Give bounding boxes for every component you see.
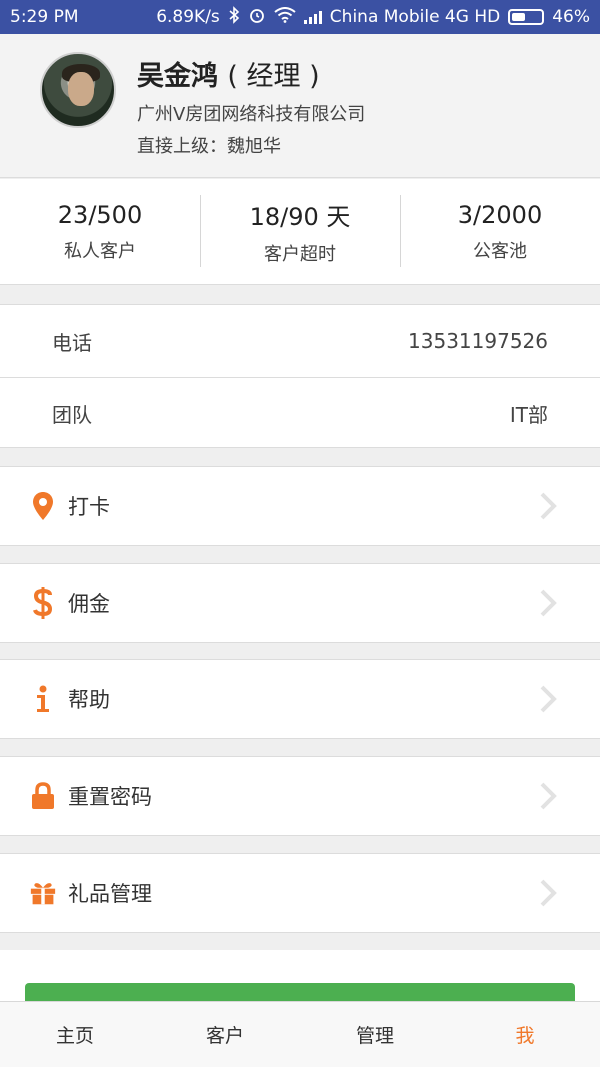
stat-private-customers[interactable]: 23/500 私人客户 (0, 179, 200, 284)
team-row: 团队 IT部 (0, 377, 600, 449)
info-icon (30, 681, 56, 717)
chevron-right-icon (536, 684, 560, 714)
dollar-icon (30, 585, 56, 621)
company-name: 广州V房团网络科技有限公司 (137, 104, 366, 125)
menu-item-label: 佣金 (68, 592, 110, 616)
wifi-icon (274, 6, 296, 28)
signal-icon (303, 10, 322, 24)
stat-label: 客户超时 (264, 244, 336, 265)
battery-icon (508, 9, 545, 25)
phone-value: 13531197526 (408, 329, 548, 353)
stat-value: 23/500 (57, 200, 143, 229)
user-role: ( 经理 ) (227, 61, 320, 92)
stat-label: 公客池 (473, 240, 527, 262)
menu-item-reset-password[interactable]: 重置密码 (0, 756, 600, 836)
user-name-line: 吴金鸿 ( 经理 ) (137, 54, 320, 93)
direct-superior: 直接上级：魏旭华 (137, 136, 281, 157)
menu-item-help[interactable]: 帮助 (0, 659, 600, 739)
tab-me[interactable]: 我 (450, 1002, 600, 1067)
battery-percent: 46% (552, 7, 590, 27)
stat-label: 私人客户 (64, 240, 136, 262)
menu-item-commission[interactable]: 佣金 (0, 563, 600, 643)
stats-bar: 23/500 私人客户 18/90 天 客户超时 3/2000 公客池 (0, 179, 600, 285)
menu-item-label: 打卡 (68, 495, 110, 519)
user-name: 吴金鸿 (137, 61, 218, 92)
lock-icon (30, 778, 56, 814)
status-bar: 5:29 PM 6.89K/s China Mobile 4G HD 46% (0, 0, 600, 34)
stat-value: 3/2000 (457, 200, 543, 229)
menu-item-label: 帮助 (68, 688, 110, 712)
chevron-right-icon (536, 878, 560, 908)
team-value: IT部 (509, 403, 548, 427)
chevron-right-icon (536, 491, 560, 521)
phone-label: 电话 (52, 330, 92, 355)
stat-public-pool[interactable]: 3/2000 公客池 (400, 179, 600, 284)
network-speed: 6.89K/s (156, 7, 220, 27)
gift-icon (30, 875, 56, 911)
stat-value: 18/90 天 (249, 203, 351, 231)
status-time: 5:29 PM (10, 7, 79, 27)
menu-item-label: 重置密码 (68, 785, 152, 809)
menu-item-gift-management[interactable]: 礼品管理 (0, 853, 600, 933)
avatar[interactable] (40, 52, 116, 128)
chevron-right-icon (536, 588, 560, 618)
chevron-right-icon (536, 781, 560, 811)
bottom-tab-bar: 主页 客户 管理 我 (0, 1001, 600, 1067)
info-card: 电话 13531197526 团队 IT部 (0, 304, 600, 448)
team-label: 团队 (52, 403, 92, 427)
tab-management[interactable]: 管理 (300, 1002, 450, 1067)
tab-home[interactable]: 主页 (0, 1002, 150, 1067)
stat-customer-timeout[interactable]: 18/90 天 客户超时 (200, 179, 400, 284)
profile-header: 吴金鸿 ( 经理 ) 广州V房团网络科技有限公司 直接上级：魏旭华 (0, 34, 600, 178)
carrier-name: China Mobile 4G HD (329, 7, 501, 27)
bluetooth-icon (228, 5, 240, 29)
location-pin-icon (30, 488, 56, 524)
tab-customers[interactable]: 客户 (150, 1002, 300, 1067)
menu-item-label: 礼品管理 (68, 882, 152, 906)
alarm-icon (248, 6, 266, 29)
phone-row: 电话 13531197526 (0, 305, 600, 377)
menu-item-check-in[interactable]: 打卡 (0, 466, 600, 546)
